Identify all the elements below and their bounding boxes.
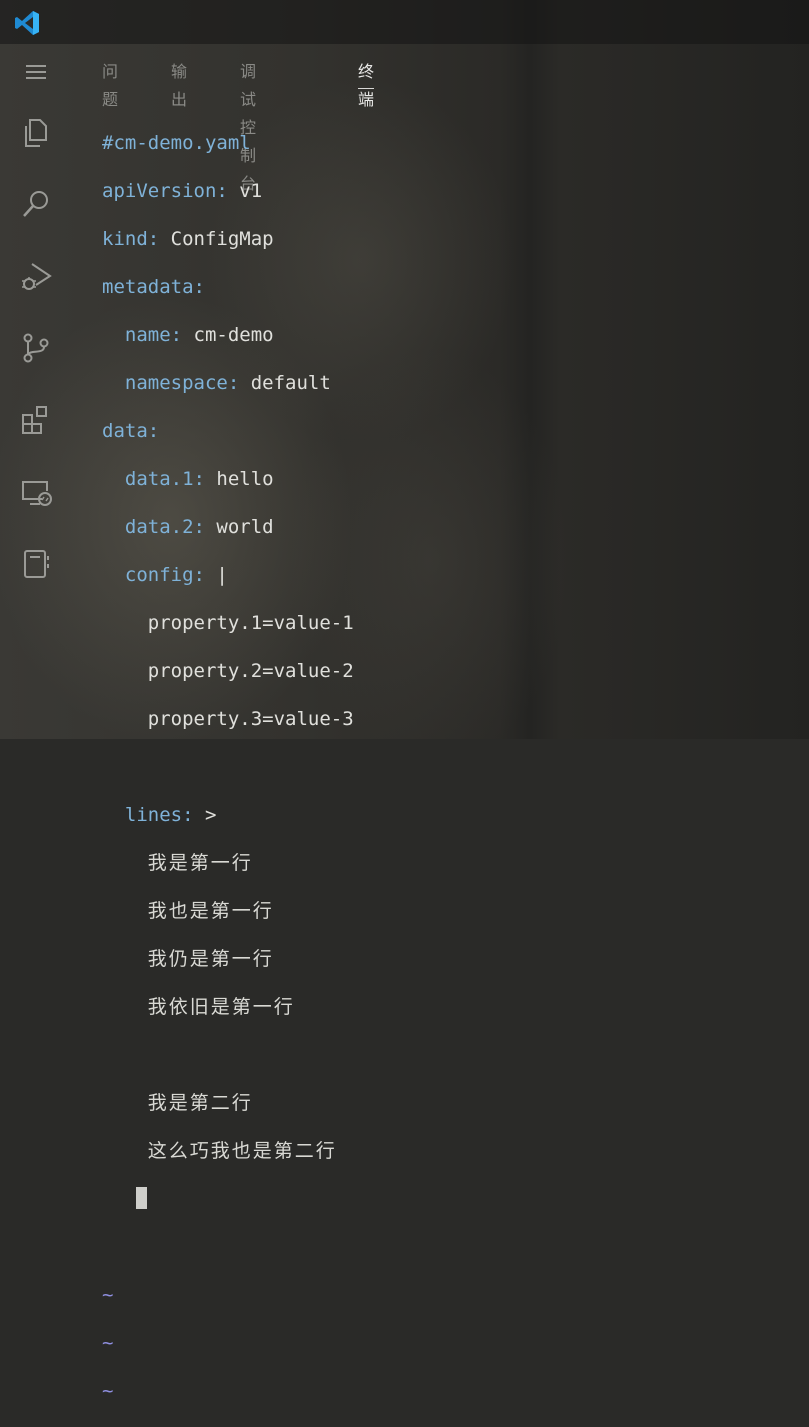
- terminal-line: ~: [102, 1379, 354, 1403]
- yaml-value: >: [204, 804, 217, 826]
- terminal-line: config: |: [102, 563, 354, 587]
- yaml-value: 我是第二行: [147, 1092, 253, 1114]
- menu-button[interactable]: [16, 52, 56, 92]
- vim-empty-line-marker: ~: [102, 1284, 114, 1306]
- yaml-key: metadata:: [102, 276, 205, 298]
- terminal-line: ~: [102, 1331, 354, 1355]
- source-control-button[interactable]: [16, 328, 56, 368]
- yaml-key: apiVersion:: [102, 180, 228, 202]
- yaml-value: 我也是第一行: [147, 900, 274, 922]
- explorer-icon: [25, 119, 47, 147]
- terminal-line: 我也是第一行: [102, 899, 354, 923]
- terminal-line: #cm-demo.yaml: [102, 131, 354, 155]
- remote-explorer-icon: [22, 481, 52, 506]
- run-debug-icon: [22, 263, 52, 290]
- remote-explorer-button[interactable]: [16, 472, 56, 512]
- yaml-comment: #cm-demo.yaml: [102, 132, 251, 154]
- yaml-value: v1: [239, 180, 263, 202]
- terminal-line: 这么巧我也是第二行: [102, 1139, 354, 1163]
- yaml-value: default: [250, 372, 331, 394]
- yaml-value: 我依旧是第一行: [147, 996, 295, 1018]
- terminal-line: namespace: default: [102, 371, 354, 395]
- extensions-icon: [22, 406, 47, 434]
- yaml-value: property.3=value-3: [147, 708, 354, 730]
- activity-bar: [0, 44, 72, 739]
- terminal-output[interactable]: #cm-demo.yaml apiVersion: v1 kind: Confi…: [102, 107, 354, 1427]
- yaml-key: config:: [124, 564, 205, 586]
- terminal-line: lines: >: [102, 803, 354, 827]
- vim-empty-line-marker: ~: [102, 1380, 114, 1402]
- terminal-line: data:: [102, 419, 354, 443]
- terminal-line: property.1=value-1: [102, 611, 354, 635]
- tab-terminal[interactable]: 终端: [358, 58, 375, 109]
- tab-debug-console[interactable]: 调试控制台: [240, 58, 256, 193]
- yaml-value: 我是第一行: [147, 852, 253, 874]
- search-icon: [23, 191, 48, 217]
- title-bar: [0, 0, 809, 44]
- yaml-key: namespace:: [124, 372, 240, 394]
- tab-problems[interactable]: 问题: [102, 58, 118, 109]
- notebook-icon: [24, 550, 49, 578]
- yaml-key: lines:: [124, 804, 194, 826]
- yaml-value: hello: [216, 468, 274, 490]
- yaml-value: |: [216, 564, 228, 586]
- source-control-icon: [23, 333, 49, 363]
- yaml-value: property.2=value-2: [147, 660, 354, 682]
- terminal-line: property.2=value-2: [102, 659, 354, 683]
- yaml-key: data:: [102, 420, 160, 442]
- terminal-line: 我依旧是第一行: [102, 995, 354, 1019]
- yaml-value: cm-demo: [193, 324, 274, 346]
- terminal-line: kind: ConfigMap: [102, 227, 354, 251]
- terminal-line: 我是第二行: [102, 1091, 354, 1115]
- terminal-line: 我是第一行: [102, 851, 354, 875]
- yaml-key: kind:: [102, 228, 160, 250]
- search-button[interactable]: [16, 184, 56, 224]
- yaml-key: data.1:: [124, 468, 205, 490]
- yaml-value: 这么巧我也是第二行: [147, 1140, 337, 1162]
- terminal-line: 我仍是第一行: [102, 947, 354, 971]
- terminal-line: name: cm-demo: [102, 323, 354, 347]
- extensions-button[interactable]: [16, 400, 56, 440]
- yaml-value: world: [216, 516, 274, 538]
- yaml-value: ConfigMap: [170, 228, 274, 250]
- yaml-key: data.2:: [124, 516, 205, 538]
- terminal-line: data.1: hello: [102, 467, 354, 491]
- terminal-line: property.3=value-3: [102, 707, 354, 731]
- terminal-line: apiVersion: v1: [102, 179, 354, 203]
- vim-empty-line-marker: ~: [102, 1332, 114, 1354]
- run-debug-button[interactable]: [16, 256, 56, 296]
- terminal-cursor: [136, 1187, 148, 1209]
- terminal-line: metadata:: [102, 275, 354, 299]
- vscode-logo-icon[interactable]: [14, 10, 40, 36]
- menu-icon: [26, 65, 46, 79]
- terminal-line: [102, 1187, 354, 1211]
- notebook-button[interactable]: [16, 544, 56, 584]
- yaml-value: 我仍是第一行: [147, 948, 274, 970]
- yaml-key: name:: [124, 324, 183, 346]
- terminal-line: ~: [102, 1283, 354, 1307]
- tab-output[interactable]: 输出: [171, 58, 187, 109]
- yaml-value: property.1=value-1: [147, 612, 354, 634]
- explorer-button[interactable]: [16, 112, 56, 152]
- terminal-line: data.2: world: [102, 515, 354, 539]
